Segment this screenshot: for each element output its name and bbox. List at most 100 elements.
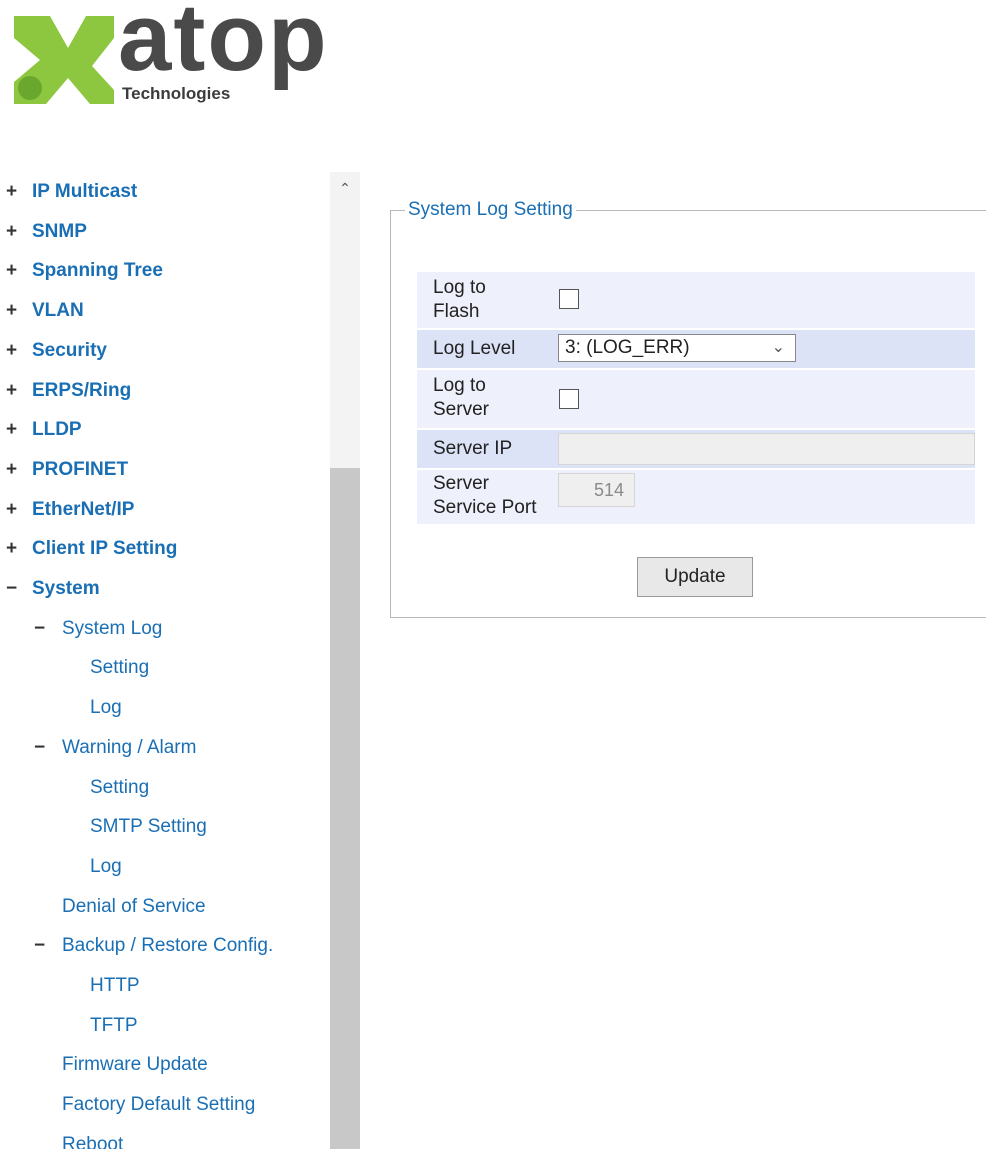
sidebar-item[interactable]: TFTP bbox=[90, 1012, 138, 1040]
expand-icon[interactable]: + bbox=[6, 297, 32, 325]
sidebar-item-label: ERPS/Ring bbox=[32, 379, 132, 401]
expand-icon[interactable]: + bbox=[6, 377, 32, 405]
sidebar-item[interactable]: − Backup / Restore Config. bbox=[34, 932, 273, 960]
server-ip-input[interactable] bbox=[558, 433, 975, 465]
sidebar-item[interactable]: Factory Default Setting bbox=[62, 1091, 255, 1119]
expand-icon[interactable]: + bbox=[6, 178, 32, 206]
sidebar-item-label: PROFINET bbox=[32, 458, 129, 480]
sidebar-item-label: Backup / Restore Config. bbox=[62, 935, 274, 957]
sidebar-item[interactable]: Firmware Update bbox=[62, 1051, 208, 1079]
sidebar-item[interactable]: HTTP bbox=[90, 972, 140, 1000]
group-legend: System Log Setting bbox=[405, 198, 576, 222]
collapse-icon[interactable]: − bbox=[34, 615, 62, 643]
server-port-label: Server Service Port bbox=[417, 470, 554, 524]
scroll-thumb[interactable] bbox=[330, 468, 360, 1149]
log-to-flash-checkbox[interactable] bbox=[559, 289, 579, 309]
log-level-select[interactable]: 3: (LOG_ERR) ⌄ bbox=[558, 334, 796, 362]
sidebar-menu: + IP Multicast + SNMP + Spanning Tree + VLAN + Se… bbox=[0, 172, 330, 1149]
log-to-flash-label: Log to Flash bbox=[417, 272, 554, 328]
sidebar-item-label: VLAN bbox=[32, 300, 84, 322]
logo-word: atop bbox=[118, 0, 329, 91]
row-log-to-flash: Log to Flash bbox=[417, 272, 975, 328]
row-server-port: Server Service Port 514 bbox=[417, 470, 975, 524]
sidebar-item[interactable]: Log bbox=[90, 694, 122, 722]
sidebar-item[interactable]: + SNMP bbox=[6, 218, 87, 246]
sidebar-item[interactable]: Reboot bbox=[62, 1131, 123, 1149]
sidebar-item[interactable]: + IP Multicast bbox=[6, 178, 137, 206]
sidebar-item[interactable]: − Warning / Alarm bbox=[34, 734, 196, 762]
label-line-1: Log to bbox=[433, 277, 486, 298]
collapse-icon[interactable]: − bbox=[34, 734, 62, 762]
sidebar-item-label: Reboot bbox=[62, 1133, 124, 1149]
row-server-ip: Server IP bbox=[417, 430, 975, 468]
sidebar-item[interactable]: + EtherNet/IP bbox=[6, 496, 134, 524]
sidebar-item[interactable]: Setting bbox=[90, 774, 149, 802]
atop-logo: atop Technologies bbox=[10, 0, 350, 108]
label-line-2: Server bbox=[433, 399, 489, 420]
expand-icon[interactable]: + bbox=[6, 535, 32, 563]
log-to-server-label: Log to Server bbox=[417, 370, 554, 428]
sidebar-item-label: Denial of Service bbox=[62, 895, 206, 917]
sidebar-item-label: Security bbox=[32, 339, 107, 361]
sidebar-item[interactable]: + VLAN bbox=[6, 297, 84, 325]
sidebar-item-label: Setting bbox=[90, 776, 150, 798]
sidebar-item-label: Factory Default Setting bbox=[62, 1094, 256, 1116]
sidebar-item-label: System bbox=[32, 578, 100, 599]
log-to-server-cell bbox=[556, 370, 975, 428]
sidebar-item-label: HTTP bbox=[90, 975, 140, 996]
row-log-to-server: Log to Server bbox=[417, 370, 975, 428]
label-line-1: Server bbox=[433, 473, 489, 494]
sidebar-item[interactable]: Setting bbox=[90, 654, 149, 682]
server-ip-label: Server IP bbox=[433, 438, 513, 459]
logo-subtitle: Technologies bbox=[118, 84, 235, 104]
sidebar-item[interactable]: Denial of Service bbox=[62, 893, 206, 921]
row-log-level: Log Level 3: (LOG_ERR) ⌄ bbox=[417, 330, 975, 368]
expand-icon[interactable]: + bbox=[6, 496, 32, 524]
sidebar-item-label: EtherNet/IP bbox=[32, 498, 135, 520]
server-port-input[interactable]: 514 bbox=[558, 473, 635, 507]
log-level-value: 3: (LOG_ERR) bbox=[565, 337, 690, 358]
log-level-label: Log Level bbox=[433, 338, 516, 359]
chevron-up-icon[interactable]: ⌃ bbox=[330, 172, 360, 202]
sidebar-item[interactable]: − System Log bbox=[34, 615, 162, 643]
sidebar-item-label: TFTP bbox=[90, 1014, 138, 1036]
chevron-down-icon: ⌄ bbox=[771, 339, 785, 356]
update-button[interactable]: Update bbox=[637, 557, 753, 597]
sidebar-item-label: Setting bbox=[90, 657, 150, 679]
sidebar-item-label: Spanning Tree bbox=[32, 260, 163, 282]
sidebar-item-label: Warning / Alarm bbox=[62, 736, 197, 758]
sidebar-item-label: Firmware Update bbox=[62, 1054, 208, 1076]
log-to-server-checkbox[interactable] bbox=[559, 389, 579, 409]
expand-icon[interactable]: + bbox=[6, 456, 32, 484]
sidebar-item[interactable]: + LLDP bbox=[6, 416, 82, 444]
label-line-2: Service Port bbox=[433, 497, 537, 518]
expand-icon[interactable]: + bbox=[6, 218, 32, 246]
sidebar-item-label: LLDP bbox=[32, 419, 82, 441]
sidebar-scrollbar[interactable]: ⌃ bbox=[330, 172, 360, 1149]
sidebar-item[interactable]: SMTP Setting bbox=[90, 813, 207, 841]
collapse-icon[interactable]: − bbox=[34, 932, 62, 960]
sidebar-item[interactable]: + Client IP Setting bbox=[6, 535, 177, 563]
label-line-2: Flash bbox=[433, 301, 480, 322]
sidebar-item[interactable]: Log bbox=[90, 853, 122, 881]
server-port-cell: 514 bbox=[556, 470, 975, 524]
expand-icon[interactable]: + bbox=[6, 416, 32, 444]
sidebar-item-label: System Log bbox=[62, 617, 163, 639]
sidebar-item[interactable]: − System bbox=[6, 575, 100, 603]
sidebar-item-label: Client IP Setting bbox=[32, 538, 178, 560]
sidebar-item-label: Log bbox=[90, 855, 122, 877]
sidebar-item-label: Log bbox=[90, 697, 122, 719]
sidebar-item-label: SNMP bbox=[32, 220, 87, 242]
sidebar-item[interactable]: + ERPS/Ring bbox=[6, 377, 131, 405]
expand-icon[interactable]: + bbox=[6, 257, 32, 285]
collapse-icon[interactable]: − bbox=[6, 575, 32, 603]
sidebar-item[interactable]: + Security bbox=[6, 337, 107, 365]
sidebar-item-label: IP Multicast bbox=[32, 181, 138, 202]
logo-mark-icon bbox=[14, 16, 114, 104]
expand-icon[interactable]: + bbox=[6, 337, 32, 365]
sidebar-item-label: SMTP Setting bbox=[90, 816, 207, 838]
sidebar-item[interactable]: + Spanning Tree bbox=[6, 257, 163, 285]
server-ip-cell bbox=[556, 430, 975, 468]
sidebar-item[interactable]: + PROFINET bbox=[6, 456, 128, 484]
label-line-1: Log to bbox=[433, 375, 486, 396]
